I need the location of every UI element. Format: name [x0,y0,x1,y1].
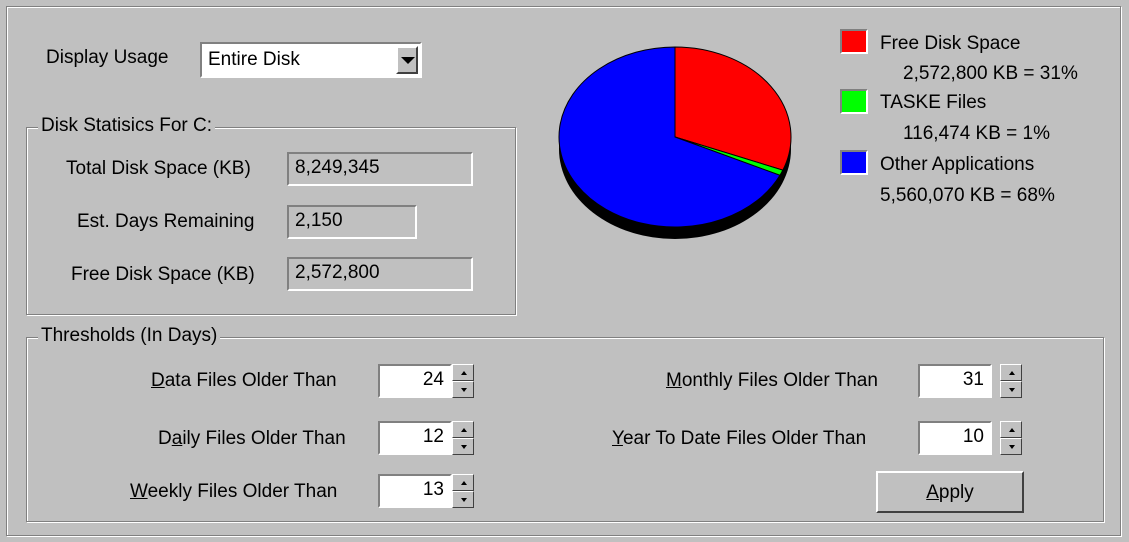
arrow-down-icon [461,498,467,502]
chevron-down-icon [401,57,415,64]
arrow-down-icon [1009,445,1015,449]
daily-files-label: Daily Files Older Than [158,428,346,449]
legend-detail-taske: 116,474 KB = 1% [903,123,1051,144]
monthly-files-spinner [1000,364,1022,398]
free-disk-field: 2,572,800 [287,257,473,291]
total-disk-field: 8,249,345 [287,152,473,186]
arrow-up-icon [461,371,467,375]
arrow-up-icon [461,481,467,485]
legend-detail-free: 2,572,800 KB = 31% [903,63,1078,84]
ytd-files-down[interactable] [1000,438,1022,455]
disk-stats-title: Disk Statisics For C: [38,115,216,137]
legend-detail-other: 5,560,070 KB = 68% [880,185,1055,206]
monthly-files-down[interactable] [1000,381,1022,398]
legend-swatch-other [840,150,868,175]
arrow-down-icon [1009,388,1015,392]
free-disk-label: Free Disk Space (KB) [71,264,255,285]
display-usage-dropdown[interactable]: Entire Disk [200,42,422,78]
arrow-down-icon [461,388,467,392]
daily-files-input[interactable]: 12 [378,421,452,455]
monthly-files-up[interactable] [1000,364,1022,381]
data-files-up[interactable] [452,364,474,381]
ytd-files-up[interactable] [1000,421,1022,438]
disk-usage-pie-chart [558,46,792,239]
dropdown-button[interactable] [396,46,418,74]
other-color [842,152,866,173]
total-disk-label: Total Disk Space (KB) [66,158,251,179]
ytd-files-input[interactable]: 10 [918,421,992,455]
days-remaining-label: Est. Days Remaining [77,211,255,232]
arrow-up-icon [1009,371,1015,375]
legend-name-other: Other Applications [880,154,1035,175]
data-files-spinner [452,364,474,398]
days-remaining-field: 2,150 [287,205,417,239]
data-files-label: Data Files Older Than [151,370,337,391]
legend-name-free: Free Disk Space [880,33,1021,54]
weekly-files-down[interactable] [452,491,474,508]
legend-name-taske: TASKE Files [880,92,987,113]
monthly-files-label: Monthly Files Older Than [666,370,878,391]
daily-files-up[interactable] [452,421,474,438]
weekly-files-label: Weekly Files Older Than [130,481,338,502]
ytd-files-label: Year To Date Files Older Than [612,428,867,449]
daily-files-down[interactable] [452,438,474,455]
weekly-files-spinner [452,474,474,508]
data-files-input[interactable]: 24 [378,364,452,398]
apply-button[interactable]: Apply [876,471,1024,513]
weekly-files-input[interactable]: 13 [378,474,452,508]
arrow-down-icon [461,445,467,449]
legend-swatch-taske [840,89,868,114]
legend-swatch-free [840,29,868,54]
taske-color [842,91,866,112]
ytd-files-spinner [1000,421,1022,455]
display-usage-value: Entire Disk [208,49,300,70]
thresholds-title: Thresholds (In Days) [38,325,221,347]
display-usage-label: Display Usage [46,47,169,68]
daily-files-spinner [452,421,474,455]
arrow-up-icon [1009,428,1015,432]
weekly-files-up[interactable] [452,474,474,491]
free-color [842,31,866,52]
monthly-files-input[interactable]: 31 [918,364,992,398]
arrow-up-icon [461,428,467,432]
data-files-down[interactable] [452,381,474,398]
